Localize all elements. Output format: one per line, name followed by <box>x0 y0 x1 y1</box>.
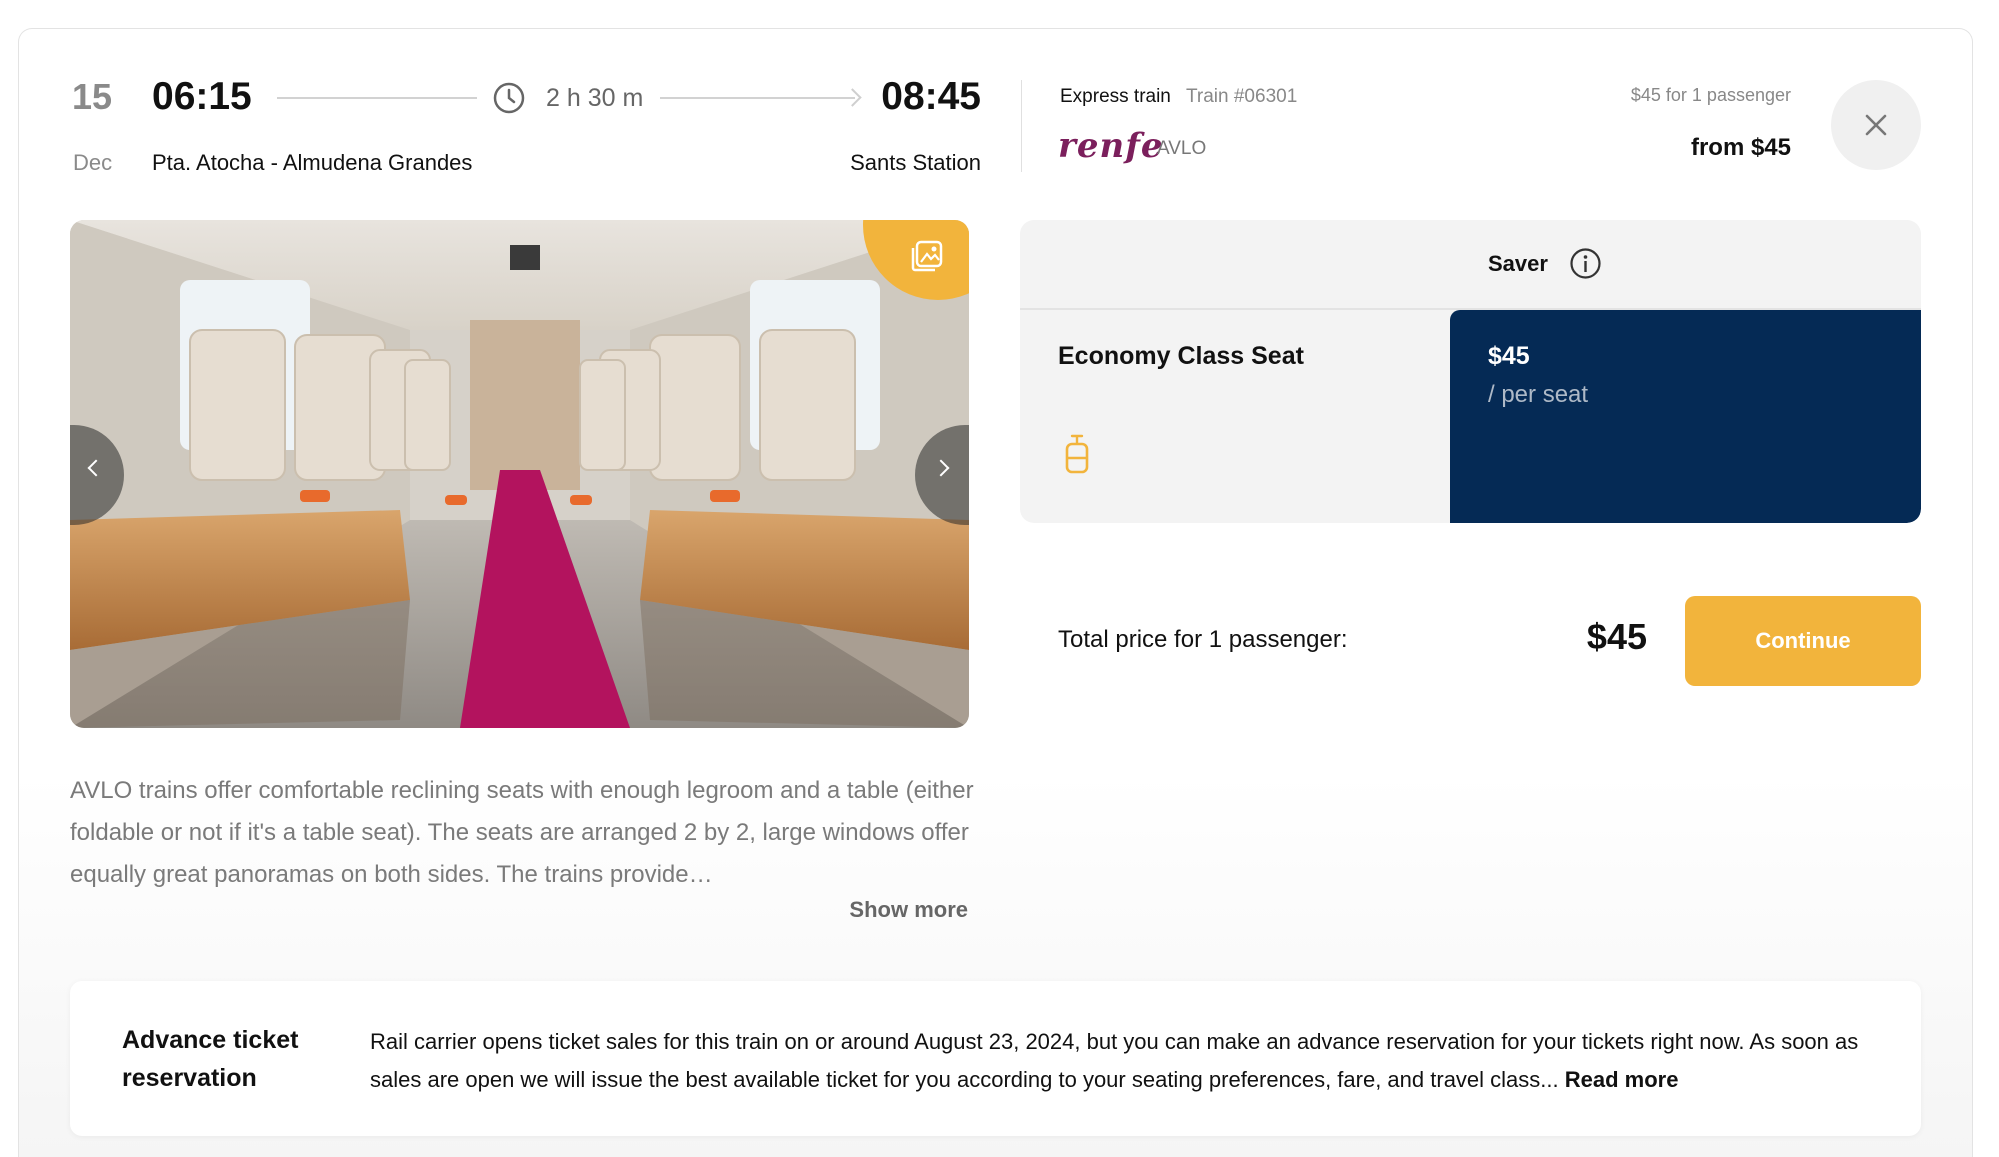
show-more-link[interactable]: Show more <box>849 897 968 923</box>
train-description: AVLO trains offer comfortable reclining … <box>70 777 974 888</box>
train-type: Express train <box>1060 86 1171 107</box>
seat-price-option[interactable]: $45 / per seat <box>1450 310 1921 523</box>
advance-reservation-title: Advance ticket reservation <box>122 1026 299 1092</box>
date-day: 15 <box>72 76 113 117</box>
chevron-right-icon <box>932 459 950 477</box>
seat-price-unit: / per seat <box>1488 381 1589 408</box>
total-price-value: $45 <box>1586 616 1647 657</box>
close-button[interactable] <box>1831 80 1921 170</box>
arrival-time: 08:45 <box>881 75 981 118</box>
advance-reservation-panel: Advance ticket reservation Rail carrier … <box>70 981 1921 1136</box>
read-more-link[interactable]: Read more <box>1565 1067 1679 1092</box>
arrival-station: Sants Station <box>850 150 981 175</box>
price-per-passenger: $45 for 1 passenger <box>1630 85 1791 105</box>
gallery-icon <box>911 240 943 272</box>
luggage-icon <box>1065 434 1089 474</box>
service-name: AVLO <box>1157 138 1207 159</box>
train-interior-photo <box>70 220 969 728</box>
fare-tab-label: Saver <box>1488 251 1548 276</box>
total-price-label: Total price for 1 passenger: <box>1058 626 1348 653</box>
seat-price: $45 <box>1488 342 1530 370</box>
date-month: Dec <box>73 150 113 175</box>
departure-time: 06:15 <box>152 75 252 118</box>
advance-reservation-text: Rail carrier opens ticket sales for this… <box>370 1023 1890 1099</box>
clock-icon <box>493 82 525 114</box>
from-price: from $45 <box>1690 134 1791 161</box>
carrier-logo: renfe <box>1058 126 1164 166</box>
chevron-left-icon <box>87 459 105 477</box>
fare-tab-saver[interactable]: Saver <box>1020 220 1921 310</box>
departure-station: Pta. Atocha - Almudena Grandes <box>152 150 473 175</box>
seat-class-name: Economy Class Seat <box>1058 342 1304 370</box>
continue-button[interactable]: Continue <box>1685 596 1921 686</box>
route-line <box>277 97 477 99</box>
fare-panel: Saver Economy Class Seat $45 / per seat <box>1020 220 1921 523</box>
train-photo-gallery[interactable] <box>70 220 969 728</box>
route-line <box>660 97 855 99</box>
divider <box>1021 80 1022 172</box>
info-icon[interactable] <box>1569 247 1602 280</box>
train-number: Train #06301 <box>1186 86 1298 107</box>
trip-duration: 2 h 30 m <box>546 84 644 112</box>
close-icon <box>1865 114 1887 136</box>
